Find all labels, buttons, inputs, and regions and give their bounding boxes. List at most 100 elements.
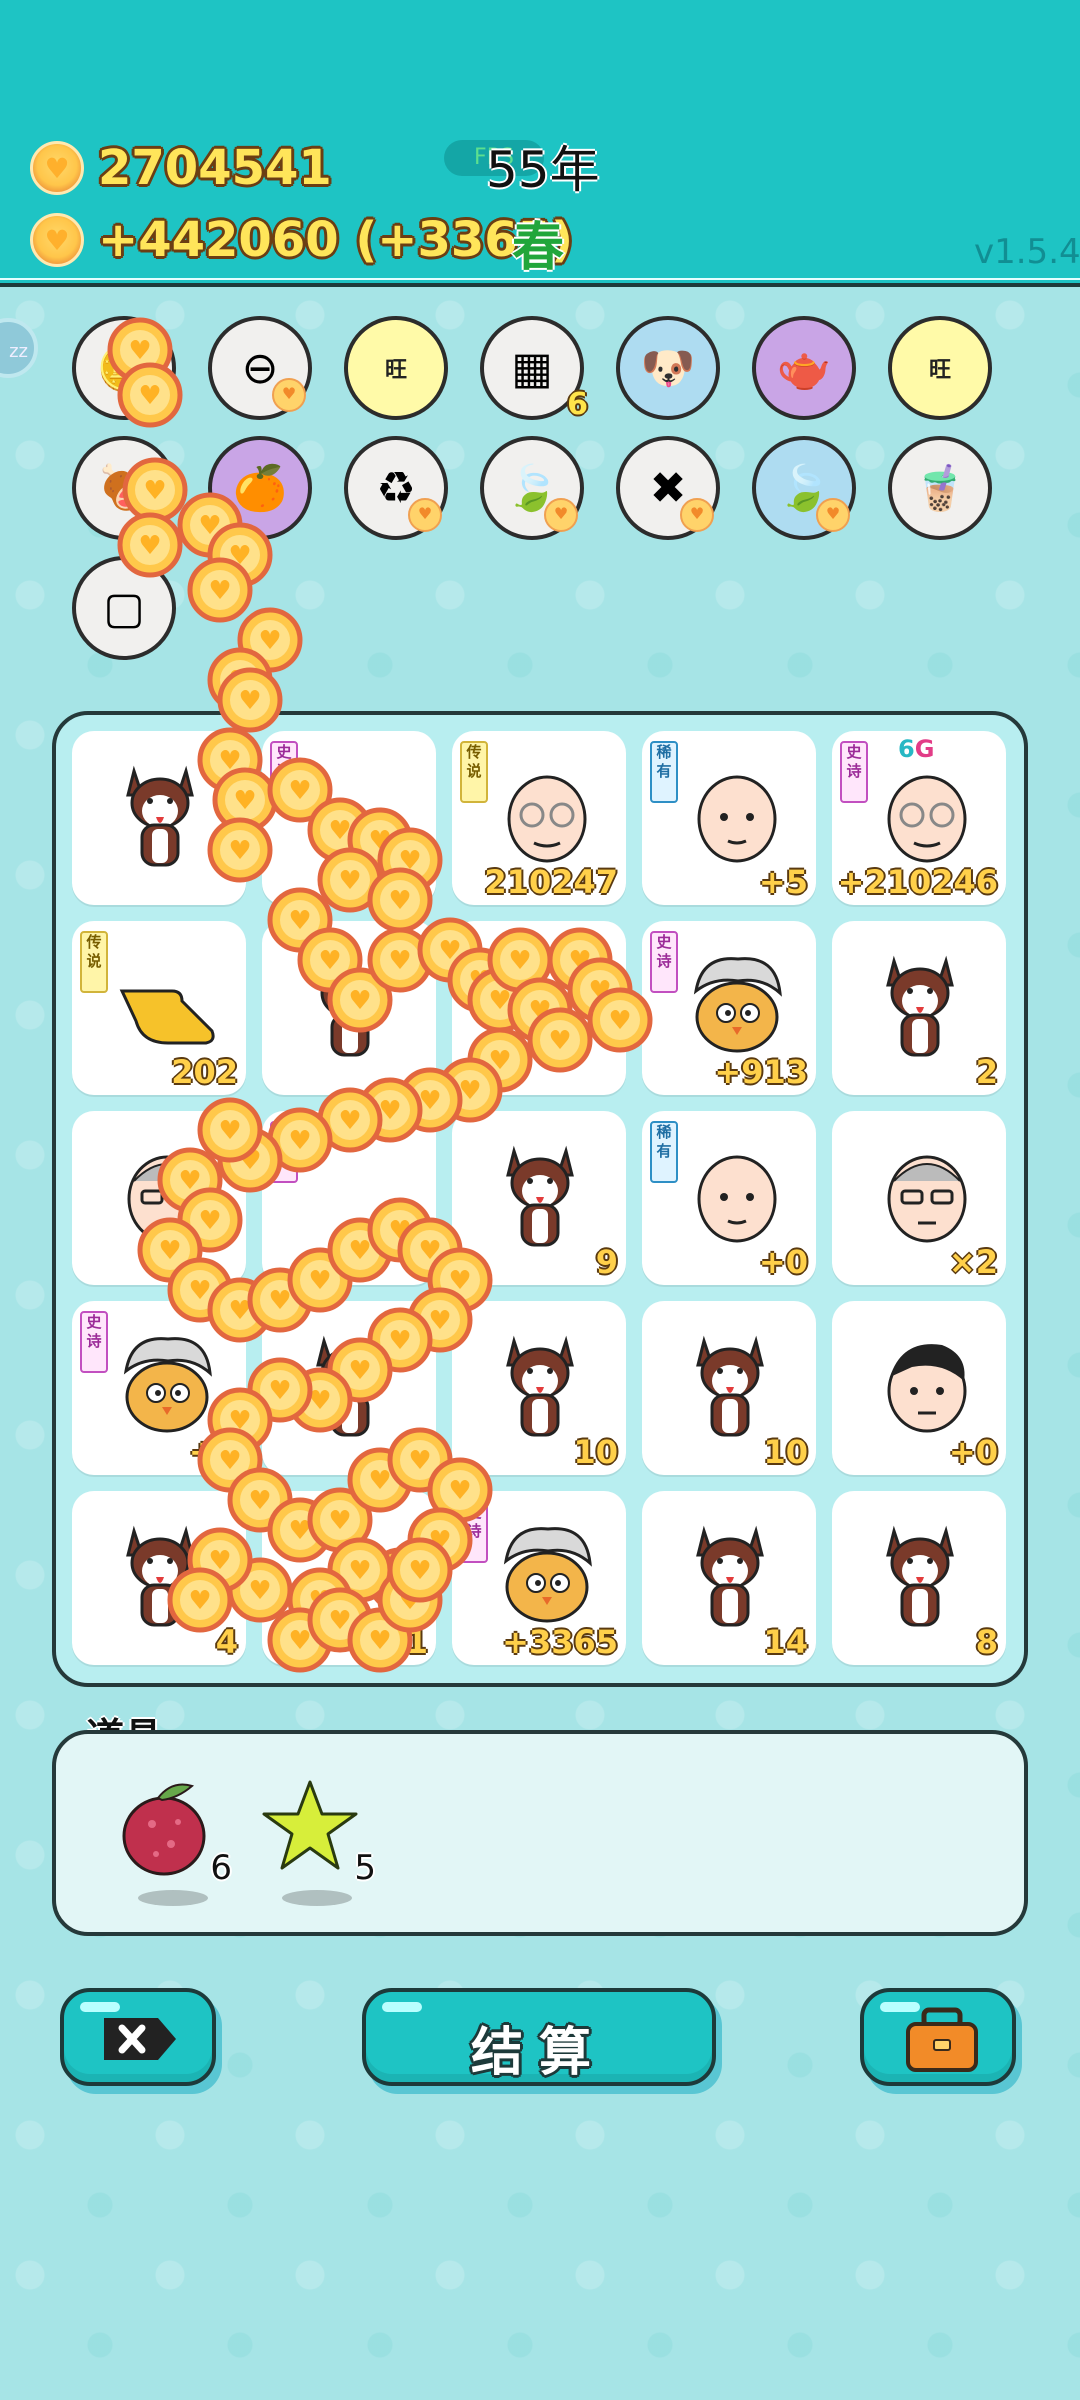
board-cell[interactable]: +0 (832, 1301, 1006, 1475)
board-cell[interactable]: +1 (262, 1491, 436, 1665)
old-man-glasses-icon (492, 761, 588, 871)
buff-coin-stack[interactable]: 🪙 (72, 316, 176, 420)
cell-value: 4 (215, 1623, 238, 1661)
board-cell[interactable]: 8 (832, 1491, 1006, 1665)
wang-icon: 旺 (384, 358, 407, 383)
prop-bayberry[interactable]: 6 (116, 1774, 232, 1914)
chick-hair-icon (112, 1331, 212, 1441)
tofu-icon: ▢ (103, 582, 145, 634)
buff-tofu[interactable]: ▢ (72, 556, 176, 660)
heart-coin-icon: ♥ (816, 498, 850, 532)
board-cell[interactable]: 10 (452, 1301, 626, 1475)
buff-refresh[interactable]: ♻ ♥ (344, 436, 448, 540)
divider (0, 278, 1080, 280)
rarity-tag: 传说 (460, 741, 488, 803)
board-cell[interactable]: 史诗 6G +210246 (832, 731, 1006, 905)
version-label: v1.5.4 (974, 232, 1080, 272)
season-label: 春 (512, 218, 565, 278)
board-cell[interactable]: 史诗 (262, 1111, 436, 1285)
buff-wang-2[interactable]: 旺 (888, 316, 992, 420)
rarity-tag: 传说 (80, 931, 108, 993)
rarity-tag: 史诗 (270, 1121, 298, 1183)
button-gloss (80, 2002, 120, 2012)
heart-coin-icon: ♥ (680, 498, 714, 532)
buff-pomelo[interactable]: 🍊 (208, 436, 312, 540)
husky-icon (872, 1521, 968, 1631)
board-cell[interactable]: 9 (452, 1111, 626, 1285)
hidden-icon (302, 1521, 398, 1631)
level-number: 6 (898, 735, 915, 763)
cell-value: +0 (758, 1243, 808, 1281)
top-header: 2704541 +442060 (+3365) FPS 55年 春 v1.5.4 (0, 0, 1080, 287)
husky-icon (492, 1141, 588, 1251)
buff-leaf-2[interactable]: 🍃 ♥ (752, 436, 856, 540)
heart-coin-icon (30, 141, 84, 195)
board-cell[interactable]: 2 (832, 921, 1006, 1095)
board-cell[interactable]: 稀有 +0 (642, 1111, 816, 1285)
board-cell[interactable] (262, 921, 436, 1095)
cell-value: 10 (763, 1433, 808, 1471)
board-cell[interactable] (72, 731, 246, 905)
buff-boba-tea[interactable]: 🧋 (888, 436, 992, 540)
hidden-icon (302, 1141, 398, 1251)
board-cell[interactable]: ×2 (832, 1111, 1006, 1285)
cell-value: +3365 (502, 1623, 618, 1661)
husky-icon (872, 951, 968, 1061)
board-cell[interactable]: 史诗 +3365 (452, 1491, 626, 1665)
board-cell[interactable]: 4 (72, 1491, 246, 1665)
gravy-boat-icon: 🫖 (776, 343, 832, 394)
buff-wang[interactable]: 旺 (344, 316, 448, 420)
prop-count: 5 (354, 1848, 376, 1888)
level-badge: 6G (898, 735, 934, 763)
buff-gravy-boat[interactable]: 🫖 (752, 316, 856, 420)
husky-icon (492, 1331, 588, 1441)
bald-man-icon (682, 1141, 778, 1251)
board-cell[interactable] (72, 1111, 246, 1285)
board-cell[interactable]: 14 (642, 1491, 816, 1665)
bayberry-icon (122, 1783, 206, 1876)
coin-rate: +442060 (+3365) (30, 212, 573, 268)
dog-food-icon: 🍖 (96, 463, 152, 514)
bag-button[interactable] (860, 1988, 1016, 2086)
cell-value: +0 (948, 1433, 998, 1471)
cell-value: +4 (188, 1433, 238, 1471)
husky-icon (682, 1521, 778, 1631)
board-cell[interactable]: 稀有 +5 (642, 731, 816, 905)
coin-total: 2704541 (30, 140, 332, 196)
prop-shadow (282, 1890, 352, 1906)
husky-icon (112, 1521, 208, 1631)
board-cell[interactable]: 10 (642, 1301, 816, 1475)
buff-delete-tag[interactable]: ✖ ♥ (616, 436, 720, 540)
husky-icon (682, 1331, 778, 1441)
delete-tag-icon (104, 2018, 176, 2060)
husky-icon (112, 761, 208, 871)
buff-minus[interactable]: ⊖ ♥ (208, 316, 312, 420)
buff-leaf[interactable]: 🍃 ♥ (480, 436, 584, 540)
buff-dog-glasses[interactable]: 🐶 (616, 316, 720, 420)
heart-coin-icon: ♥ (272, 378, 306, 412)
husky-icon (302, 951, 398, 1061)
prop-star[interactable]: 5 (260, 1774, 376, 1914)
cell-value: 9 (595, 1243, 618, 1281)
cell-value: 8 (975, 1623, 998, 1661)
pointing-hand-icon (112, 951, 215, 1061)
board-cell[interactable]: 传说 202 (72, 921, 246, 1095)
rarity-tag: 稀有 (650, 1121, 678, 1183)
buff-count: 6 (567, 387, 588, 422)
discard-button[interactable] (60, 1988, 216, 2086)
cell-value: +913 (714, 1053, 808, 1091)
settle-button[interactable]: 结算 (362, 1988, 716, 2086)
grandpa-icon (112, 1141, 208, 1251)
board-cell[interactable]: 史诗 +4 (72, 1301, 246, 1475)
star-icon (262, 1780, 358, 1870)
delete-tag-icon: ✖ (649, 462, 687, 514)
buff-dog-food[interactable]: 🍖 (72, 436, 176, 540)
buff-egg-carton[interactable]: ▦ 6 (480, 316, 588, 422)
board-cell[interactable]: 史诗 (262, 731, 436, 905)
board-cell[interactable] (452, 921, 626, 1095)
prop-shadow (138, 1890, 208, 1906)
wang-2-icon: 旺 (928, 358, 951, 383)
board-cell[interactable]: 传说 210247 (452, 731, 626, 905)
board-cell[interactable]: 史诗 +913 (642, 921, 816, 1095)
board-cell[interactable] (262, 1301, 436, 1475)
